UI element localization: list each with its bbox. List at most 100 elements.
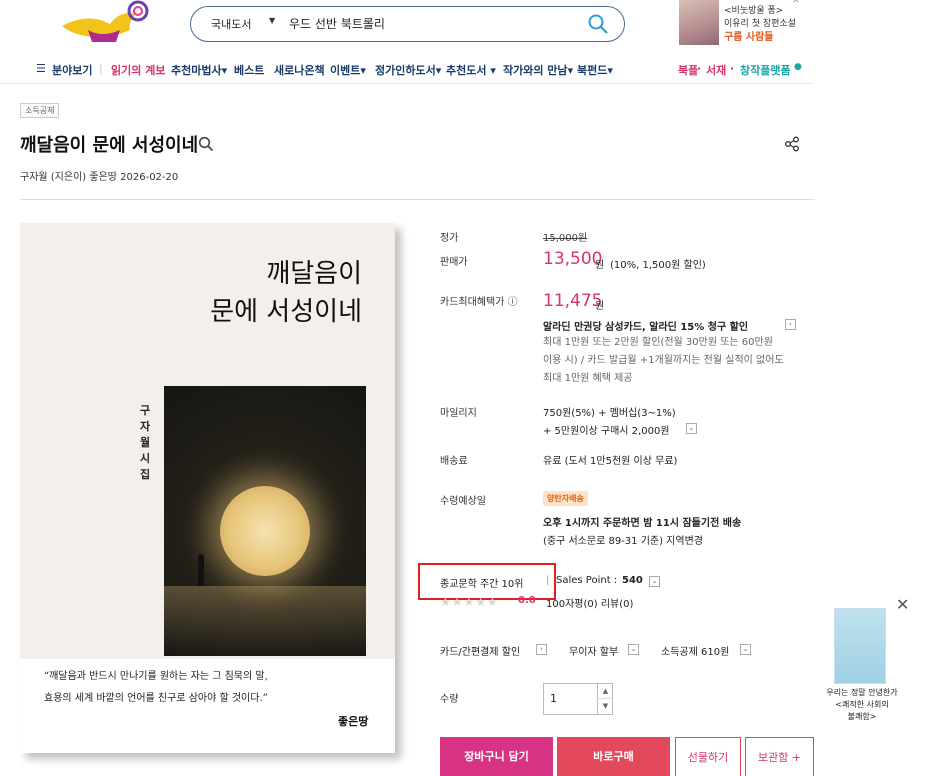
card-desc-line3: 최대 1만원 혜택 제공 <box>543 373 633 384</box>
chevron-down-icon[interactable]: ⌄ <box>628 644 639 655</box>
cover-quote-line1: “깨달음과 반드시 만나기를 원하는 자는 그 침묵의 말, <box>44 671 268 682</box>
card-promo[interactable]: 알라딘 만권당 삼성카드, 알라딘 15% 청구 할인 <box>543 318 748 333</box>
banner-ad-line1[interactable]: <비눗방울 퐁> <box>724 3 783 16</box>
star-rating-icon: ★★★★★ <box>440 595 499 609</box>
floating-ad-line1[interactable]: 우리는 정말 안녕한가 <box>809 687 915 698</box>
nav-item-label: 정가인하도서 <box>375 64 436 77</box>
installment[interactable]: 무이자 할부 <box>569 643 618 658</box>
arrival-line1: 오후 1시까지 주문하면 밤 11시 잠들기전 배송 <box>543 518 742 529</box>
nav-item-price-cut[interactable]: 정가인하도서▾ <box>375 62 441 78</box>
search-category-select[interactable]: 국내도서 <box>211 16 251 32</box>
chevron-down-icon[interactable]: ⌄ <box>686 423 697 434</box>
book-byline[interactable]: 구자월 (지은이) 좋은땅 2026-02-20 <box>20 168 178 183</box>
cover-vertical-author: 구자월 시집 <box>139 404 151 481</box>
chevron-down-icon[interactable]: ⌄ <box>649 576 660 587</box>
book-title: 깨달음이 문에 서성이네 <box>20 135 199 156</box>
banner-ad-line3[interactable]: 구름 사람들 <box>724 28 773 43</box>
nav-divider: | <box>99 62 103 75</box>
nav-dot: · <box>730 62 735 75</box>
nav-item-categories[interactable]: 분야보기 <box>52 62 92 78</box>
cover-title-line2: 문에 서성이네 <box>210 297 362 327</box>
nav-item-label: 추천도서 <box>446 64 487 77</box>
wishlist-button[interactable]: 보관함 + <box>745 737 814 776</box>
close-icon[interactable]: ✕ <box>896 595 909 614</box>
nav-item-creative[interactable]: 창작플랫폼 <box>740 62 791 78</box>
nav-item-label: 추천마법사 <box>171 64 222 77</box>
quantity-stepper[interactable]: 1 ▲ ▼ <box>543 683 613 715</box>
arrival-line2[interactable]: (중구 서소문로 89-31 기준) 지역변경 <box>543 532 703 547</box>
arrow-circle-icon[interactable]: ● <box>794 62 802 72</box>
list-price: 15,000원 <box>543 233 588 244</box>
nav-divider-line <box>0 83 812 84</box>
payment-discount[interactable]: 카드/간편결제 할인 <box>440 643 520 658</box>
shipping-fee: 유료 (도서 1만5천원 이상 무료) <box>543 456 678 467</box>
cover-publisher-logo: 좋은땅 <box>338 715 369 728</box>
shipping-label: 배송료 <box>440 456 468 467</box>
close-icon[interactable]: ✕ <box>792 0 800 6</box>
cover-title-line1: 깨달음이 <box>266 259 362 289</box>
caret-down-icon[interactable]: ▼ <box>269 16 275 25</box>
sale-price: 13,500 <box>543 249 603 269</box>
sales-point-label: Sales Point : <box>556 575 618 586</box>
quantity-value[interactable]: 1 <box>550 692 557 705</box>
card-benefit-label[interactable]: 카드최대혜택가 ⓘ <box>440 293 518 308</box>
card-benefit-unit: 원 <box>595 301 605 312</box>
sale-price-label: 판매가 <box>440 257 468 268</box>
arrival-label: 수령예상일 <box>440 496 486 507</box>
mileage-label: 마일리지 <box>440 408 477 419</box>
nav-dot: · <box>697 62 702 75</box>
floating-ad-line3[interactable]: 불쾌함> <box>809 711 915 722</box>
mileage-line1: 750원(5%) + 멤버십(3~1%) <box>543 408 676 419</box>
list-price-label: 정가 <box>440 233 459 244</box>
buy-now-button[interactable]: 바로구매 <box>557 737 670 776</box>
income-deduction[interactable]: 소득공제 610원 <box>661 643 729 658</box>
search-bar[interactable]: 국내도서 ▼ 우드 선반 북트롤리 <box>190 6 625 42</box>
rating-score: 0.0 <box>518 595 536 606</box>
nav-item-reading-lineage[interactable]: 읽기의 계보 <box>111 62 165 78</box>
sale-price-unit: 원 <box>595 260 605 271</box>
chevron-right-icon[interactable]: › <box>785 319 796 330</box>
nav-item-author-meet[interactable]: 작가와의 만남▾ <box>503 62 573 78</box>
card-desc-line2: 이용 시) / 카드 발급월 +1개월까지는 전월 실적이 없어도 <box>543 355 784 366</box>
search-input[interactable]: 우드 선반 북트롤리 <box>289 15 385 32</box>
card-desc-line1: 최대 1만원 또는 2만원 할인(전월 30만원 또는 60만원 <box>543 337 773 348</box>
delivery-badge: 양탄자배송 <box>543 491 588 506</box>
nav-item-library[interactable]: 서재 <box>706 62 726 78</box>
gift-button[interactable]: 선물하기 <box>675 737 741 776</box>
chevron-right-icon[interactable]: › <box>536 644 547 655</box>
sale-discount-note: (10%, 1,500원 할인) <box>610 260 706 271</box>
review-counts[interactable]: 100자평(0) 리뷰(0) <box>546 595 633 610</box>
nav-item-new[interactable]: 새로나온책 <box>274 62 325 78</box>
nav-item-bookfund[interactable]: 북펀드▾ <box>577 62 613 78</box>
search-icon[interactable] <box>587 13 609 35</box>
tax-deduction-tag: 소득공제 <box>20 103 60 118</box>
main-nav: ☰ 분야보기 | 읽기의 계보 추천마법사▾ 베스트 새로나온책 이벤트▾ 정가… <box>0 62 948 80</box>
nav-item-recommend-wizard[interactable]: 추천마법사▾ <box>171 62 227 78</box>
cover-quote-line2: 효용의 세계 바깥의 언어를 친구로 삼아야 할 것이다.” <box>44 693 268 704</box>
chevron-down-icon[interactable]: ⌄ <box>740 644 751 655</box>
arrow-down-icon[interactable]: ▼ <box>597 699 613 715</box>
quantity-label: 수량 <box>440 694 459 705</box>
cover-illustration <box>164 386 366 656</box>
arrow-up-icon[interactable]: ▲ <box>597 684 613 699</box>
nav-item-best[interactable]: 베스트 <box>234 62 264 78</box>
standing-figure <box>198 554 204 586</box>
nav-item-events[interactable]: 이벤트▾ <box>330 62 366 78</box>
category-rank[interactable]: 종교문학 주간 10위 <box>440 575 523 590</box>
share-icon[interactable] <box>784 136 800 152</box>
nav-item-recommended[interactable]: 추천도서 ▾ <box>446 62 496 78</box>
book-cover[interactable]: 깨달음이 문에 서성이네 구자월 시집 “깨달음과 반드시 만나기를 원하는 자… <box>20 223 395 753</box>
add-to-cart-button[interactable]: 장바구니 담기 <box>440 737 553 776</box>
nav-item-label: 북펀드 <box>577 64 608 77</box>
nav-item-label: 작가와의 만남 <box>503 64 568 77</box>
nav-item-bookple[interactable]: 북플 <box>678 62 698 78</box>
floating-ad-line2[interactable]: <쾌적한 사회의 <box>809 699 915 710</box>
rank-divider: | <box>546 575 550 586</box>
aladin-logo[interactable] <box>58 0 154 44</box>
cover-ground-glow <box>164 586 366 656</box>
floating-ad-book[interactable] <box>834 608 886 684</box>
banner-ad-image[interactable] <box>679 0 719 45</box>
search-icon[interactable] <box>198 136 214 152</box>
menu-icon[interactable]: ☰ <box>36 62 46 75</box>
glowing-orb <box>220 486 310 576</box>
